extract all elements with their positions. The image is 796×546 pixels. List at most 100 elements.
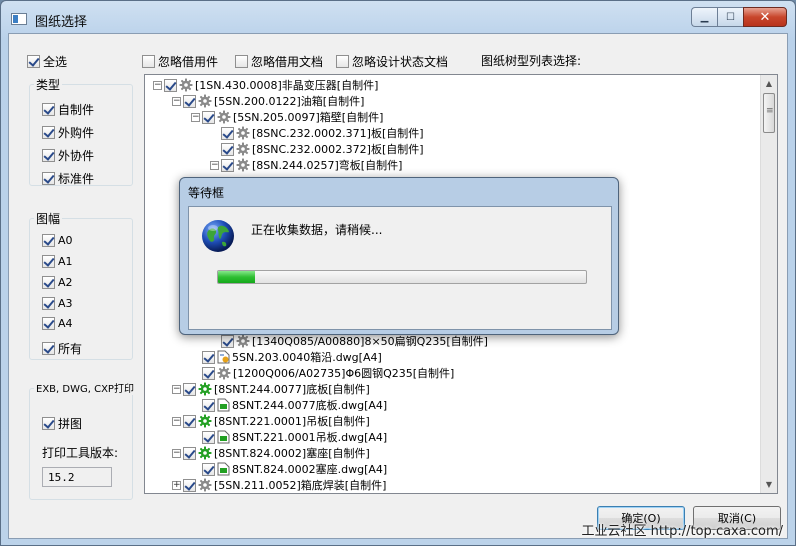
type-outsourced-checkbox[interactable]: 外协件 — [42, 147, 94, 164]
progress-bar — [217, 270, 587, 284]
tree-node-checkbox[interactable] — [202, 462, 215, 476]
tree-node[interactable]: − [8SNT.244.0077]底板[自制件] — [172, 381, 370, 397]
size-a1-label: A1 — [58, 255, 73, 268]
tree-node-checkbox[interactable] — [221, 158, 234, 172]
maximize-icon: ☐ — [726, 11, 735, 23]
tree-node-checkbox[interactable] — [202, 110, 215, 124]
size-a4-checkbox[interactable]: A4 — [42, 317, 73, 330]
tree-node[interactable]: − [8SNT.221.0001]吊板[自制件] — [172, 413, 370, 429]
collage-checkbox[interactable]: 拼图 — [42, 415, 82, 432]
type-made-checkbox[interactable]: 自制件 — [42, 101, 94, 118]
tree-node-checkbox[interactable] — [183, 446, 196, 460]
tree-node[interactable]: − [5SN.200.0122]油箱[自制件] — [172, 93, 364, 109]
select-all-check[interactable] — [27, 55, 40, 68]
tree-node-label: [1200Q006/A02735]Φ6圆钢Q235[自制件] — [233, 367, 455, 380]
tree-node-checkbox[interactable] — [183, 414, 196, 428]
tree-node[interactable]: [8SNC.232.0002.372]板[自制件] — [210, 141, 424, 157]
tree-node[interactable]: 8SNT.824.0002塞座.dwg[A4] — [191, 461, 387, 477]
scroll-down-button[interactable]: ▼ — [761, 476, 777, 493]
app-icon — [11, 13, 27, 25]
tree-node-checkbox[interactable] — [164, 78, 177, 92]
collage-check[interactable] — [42, 417, 55, 430]
size-a4-check[interactable] — [42, 317, 55, 330]
tree-node-checkbox[interactable] — [183, 94, 196, 108]
minimize-button[interactable]: ▁ — [691, 7, 717, 27]
type-purchased-checkbox[interactable]: 外购件 — [42, 124, 94, 141]
print-tool-version-label: 打印工具版本: — [42, 446, 119, 460]
type-standard-label: 标准件 — [58, 172, 95, 186]
scroll-thumb[interactable] — [763, 93, 775, 133]
tree-node-checkbox[interactable] — [183, 478, 196, 492]
tree-node-checkbox[interactable] — [202, 398, 215, 412]
tree-node[interactable]: 5SN.203.0040箱沿.dwg[A4] — [191, 349, 382, 365]
type-standard-checkbox[interactable]: 标准件 — [42, 170, 94, 187]
globe-icon — [202, 220, 234, 252]
tree-node-checkbox[interactable] — [202, 430, 215, 444]
ignore-borrowed-docs-checkbox[interactable]: 忽略借用文档 — [235, 53, 323, 70]
tree-node[interactable]: + [5SN.211.0052]箱底焊装[自制件] — [172, 477, 386, 493]
ignore-borrowed-parts-checkbox[interactable]: 忽略借用件 — [142, 53, 218, 70]
tree-node[interactable]: 8SNT.221.0001吊板.dwg[A4] — [191, 429, 387, 445]
ignore-design-status-docs-check[interactable] — [336, 55, 349, 68]
tree-node[interactable]: 8SNT.244.0077底板.dwg[A4] — [191, 397, 387, 413]
size-a2-checkbox[interactable]: A2 — [42, 276, 73, 289]
tree-vertical-scrollbar[interactable]: ▲ ▼ — [760, 75, 777, 493]
size-a0-check[interactable] — [42, 234, 55, 247]
size-a1-check[interactable] — [42, 255, 55, 268]
type-standard-check[interactable] — [42, 172, 55, 185]
tree-node-checkbox[interactable] — [202, 366, 215, 380]
collapse-icon[interactable]: − — [172, 448, 181, 458]
tree-node-checkbox[interactable] — [221, 126, 234, 140]
size-a0-checkbox[interactable]: A0 — [42, 234, 73, 247]
tree-node[interactable]: − [1SN.430.0008]非晶变压器[自制件] — [153, 77, 378, 93]
maximize-button[interactable]: ☐ — [717, 7, 743, 27]
wait-dialog: 等待框 正在收集数据，请稍候... — [179, 177, 619, 335]
progress-bar-fill — [218, 271, 255, 283]
wait-dialog-title: 等待框 — [188, 186, 225, 200]
tree-node[interactable]: [1200Q006/A02735]Φ6圆钢Q235[自制件] — [191, 365, 454, 381]
type-purchased-check[interactable] — [42, 126, 55, 139]
tree-node-label: 8SNT.221.0001吊板.dwg[A4] — [232, 431, 388, 444]
ignore-design-status-docs-checkbox[interactable]: 忽略设计状态文档 — [336, 53, 448, 70]
collapse-icon[interactable]: − — [210, 160, 219, 170]
size-a3-check[interactable] — [42, 297, 55, 310]
size-all-check[interactable] — [42, 342, 55, 355]
type-outsourced-label: 外协件 — [58, 149, 95, 163]
collapse-icon[interactable]: − — [172, 416, 181, 426]
collapse-icon[interactable]: − — [172, 384, 181, 394]
title-bar[interactable]: 图纸选择 ▁ ☐ ✕ — [1, 1, 795, 33]
tree-node[interactable]: − [8SNT.824.0002]塞座[自制件] — [172, 445, 370, 461]
part-gear-icon — [236, 126, 250, 140]
ignore-design-status-docs-label: 忽略设计状态文档 — [352, 55, 449, 69]
expand-icon[interactable]: + — [172, 480, 181, 490]
collapse-icon[interactable]: − — [153, 80, 162, 90]
ignore-borrowed-parts-check[interactable] — [142, 55, 155, 68]
watermark-text: 工业云社区 http://top.caxa.com/ — [581, 524, 783, 539]
size-all-label: 所有 — [58, 342, 83, 356]
size-a2-check[interactable] — [42, 276, 55, 289]
size-a3-checkbox[interactable]: A3 — [42, 297, 73, 310]
collapse-icon[interactable]: − — [191, 112, 200, 122]
tree-node-checkbox[interactable] — [202, 350, 215, 364]
tree-node-checkbox[interactable] — [221, 334, 234, 348]
tree-node-checkbox[interactable] — [221, 142, 234, 156]
size-a4-label: A4 — [58, 317, 73, 330]
type-outsourced-check[interactable] — [42, 149, 55, 162]
collapse-icon[interactable]: − — [172, 96, 181, 106]
caption-buttons: ▁ ☐ ✕ — [691, 7, 787, 27]
type-made-label: 自制件 — [58, 103, 95, 117]
close-button[interactable]: ✕ — [743, 7, 787, 27]
type-made-check[interactable] — [42, 103, 55, 116]
ignore-borrowed-docs-check[interactable] — [235, 55, 248, 68]
tree-node[interactable]: − [5SN.205.0097]箱壁[自制件] — [191, 109, 383, 125]
size-a1-checkbox[interactable]: A1 — [42, 255, 73, 268]
tree-node[interactable]: [1340Q085/A00880]8×50扁钢Q235[自制件] — [210, 333, 488, 349]
size-all-checkbox[interactable]: 所有 — [42, 340, 82, 357]
select-all-checkbox[interactable]: 全选 — [27, 53, 67, 70]
tree-node[interactable]: − [8SN.244.0257]弯板[自制件] — [210, 157, 402, 173]
tree-node-checkbox[interactable] — [183, 382, 196, 396]
ignore-borrowed-docs-label: 忽略借用文档 — [251, 55, 324, 69]
scroll-up-button[interactable]: ▲ — [761, 75, 777, 92]
select-all-label: 全选 — [43, 55, 68, 69]
tree-node[interactable]: [8SNC.232.0002.371]板[自制件] — [210, 125, 424, 141]
